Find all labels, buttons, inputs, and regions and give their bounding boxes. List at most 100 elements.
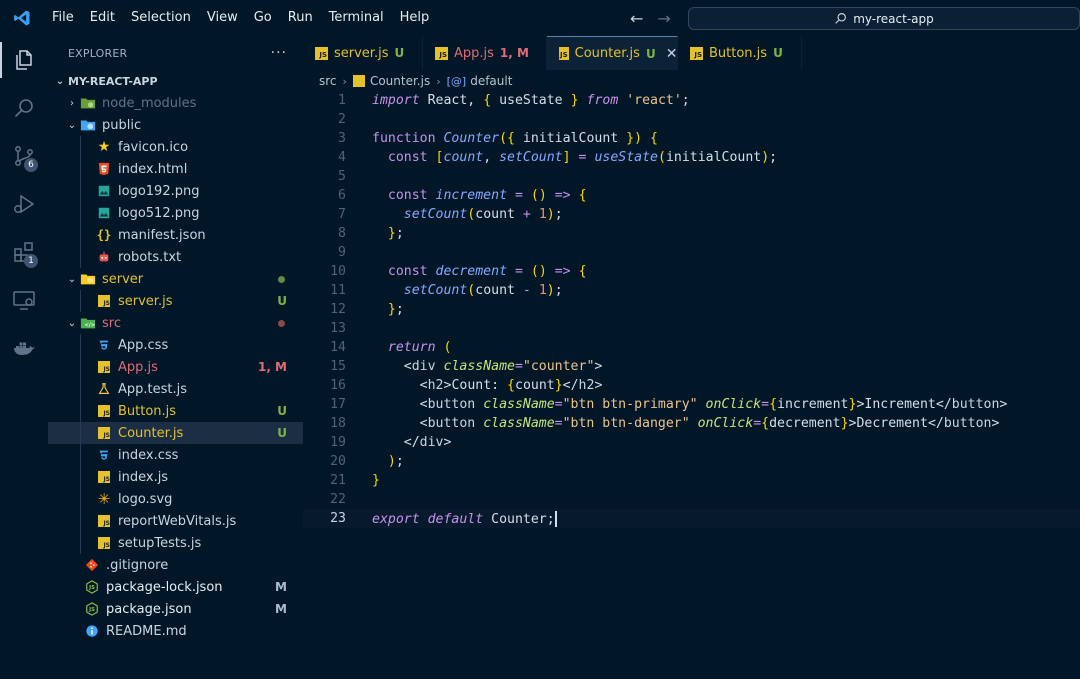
file-item[interactable]: ✳ logo.svg [48,488,303,510]
node-json-icon: JS [84,579,100,595]
code-line[interactable]: 1 import React, { useState } from 'react'… [303,91,1080,110]
file-item[interactable]: index.css [48,444,303,466]
file-item[interactable]: logo192.png [48,180,303,202]
workspace-root[interactable]: ⌄ MY-REACT-APP [48,70,303,92]
file-item[interactable]: .gitignore [48,554,303,576]
file-item[interactable]: JS Button.js U [48,400,303,422]
nav-arrows: ← → [630,0,671,36]
file-item[interactable]: JS App.js 1, M [48,356,303,378]
image-icon [96,205,112,221]
file-item[interactable]: robots.txt [48,246,303,268]
file-item[interactable]: JS setupTests.js [48,532,303,554]
breadcrumb-folder[interactable]: src [319,74,337,88]
code-text: function Counter({ initialCount }) { [372,131,658,146]
code-line[interactable]: 7 setCount(count + 1); [303,205,1080,224]
menu-edit[interactable]: Edit [82,0,123,36]
folder-node_modules[interactable]: › node_modules [48,92,303,114]
remote-explorer-activity[interactable] [0,276,48,324]
modified-dot-icon [278,319,285,327]
code-editor[interactable]: 1 import React, { useState } from 'react'… [303,91,1080,679]
line-number: 12 [330,302,346,317]
code-line[interactable]: 21} [303,471,1080,490]
node-icon [80,95,96,111]
docker-activity[interactable] [0,324,48,372]
code-line[interactable]: 20 ); [303,452,1080,471]
breadcrumb-file-label: Counter.js [369,74,431,88]
tab-status: U [773,46,783,60]
file-label: manifest.json [118,227,206,243]
file-item[interactable]: index.html [48,158,303,180]
folder-public[interactable]: ⌄ public [48,114,303,136]
file-item[interactable]: JS reportWebVitals.js [48,510,303,532]
run-debug-activity[interactable] [0,180,48,228]
code-line[interactable]: 14 return ( [303,338,1080,357]
forward-arrow-icon[interactable]: → [657,9,670,28]
code-line[interactable]: 22 [303,490,1080,509]
menu-bar: File Edit Selection View Go Run Terminal Help [44,0,437,36]
menu-file[interactable]: File [44,0,82,36]
vscode-logo-icon[interactable] [0,0,44,36]
menu-go[interactable]: Go [246,0,280,36]
folder-server[interactable]: ⌄ server [48,268,303,290]
file-item[interactable]: ★ favicon.ico [48,136,303,158]
file-item[interactable]: JS index.js [48,466,303,488]
code-line[interactable]: 19 </div> [303,433,1080,452]
line-number: 18 [330,416,346,431]
search-activity[interactable] [0,84,48,132]
code-line[interactable]: 17 <button className="btn btn-primary" o… [303,395,1080,414]
code-line[interactable]: 9 [303,243,1080,262]
file-item[interactable]: README.md [48,620,303,642]
tab-App.js[interactable]: JS App.js 1, M [423,36,547,70]
explorer-activity[interactable] [0,36,48,84]
file-item[interactable]: App.css [48,334,303,356]
command-center-search[interactable]: my-react-app [688,7,1080,30]
file-item[interactable]: JS Counter.js U [48,422,303,444]
menu-run[interactable]: Run [280,0,321,36]
line-number: 4 [338,150,346,165]
file-item[interactable]: App.test.js [48,378,303,400]
code-line[interactable]: 5 [303,167,1080,186]
code-line[interactable]: 3 function Counter({ initialCount }) { [303,129,1080,148]
file-item[interactable]: JS package.json M [48,598,303,620]
tab-server.js[interactable]: JS server.js U [303,36,423,70]
menu-terminal[interactable]: Terminal [321,0,392,36]
close-icon[interactable]: ✕ [666,46,678,62]
tab-status: 1, M [499,46,529,60]
code-line[interactable]: 12 }; [303,300,1080,319]
code-line[interactable]: 15 <div className="counter"> [303,357,1080,376]
file-item[interactable]: {} manifest.json [48,224,303,246]
file-item[interactable]: logo512.png [48,202,303,224]
breadcrumb-symbol[interactable]: [@] default [447,74,513,88]
file-item[interactable]: JS server.js U [48,290,303,312]
code-line[interactable]: 18 <button className="btn btn-danger" on… [303,414,1080,433]
svg-text:JS: JS [88,607,95,613]
tab-Counter.js[interactable]: JS Counter.js U ✕ [547,36,678,70]
file-label: logo.svg [118,491,173,507]
node-json-icon: JS [84,601,100,617]
breadcrumb-file[interactable]: Counter.js [352,74,431,88]
menu-selection[interactable]: Selection [123,0,199,36]
docker-icon [14,342,35,355]
source-control-activity[interactable]: 6 [0,132,48,180]
code-line[interactable]: 10 const decrement = () => { [303,262,1080,281]
back-arrow-icon[interactable]: ← [630,9,643,28]
extensions-activity[interactable]: 1 [0,228,48,276]
code-text: const increment = () => { [387,188,587,203]
code-line[interactable]: 2 [303,110,1080,129]
code-line[interactable]: 6 const increment = () => { [303,186,1080,205]
more-actions-icon[interactable]: ··· [271,45,287,61]
code-line[interactable]: 23 export default Counter; [303,509,1080,528]
file-item[interactable]: JS package-lock.json M [48,576,303,598]
code-line[interactable]: 16 <h2>Count: {count}</h2> [303,376,1080,395]
code-line[interactable]: 11 setCount(count - 1); [303,281,1080,300]
js-icon: JS [96,293,112,309]
code-line[interactable]: 4 const [count, setCount] = useState(ini… [303,148,1080,167]
menu-help[interactable]: Help [392,0,438,36]
tab-Button.js[interactable]: JS Button.js U [678,36,802,70]
menu-view[interactable]: View [199,0,246,36]
code-line[interactable]: 13 [303,319,1080,338]
folder-src[interactable]: ⌄ </> src [48,312,303,334]
code-line[interactable]: 8 }; [303,224,1080,243]
code-text: ); [387,454,404,469]
line-number: 14 [330,340,346,355]
